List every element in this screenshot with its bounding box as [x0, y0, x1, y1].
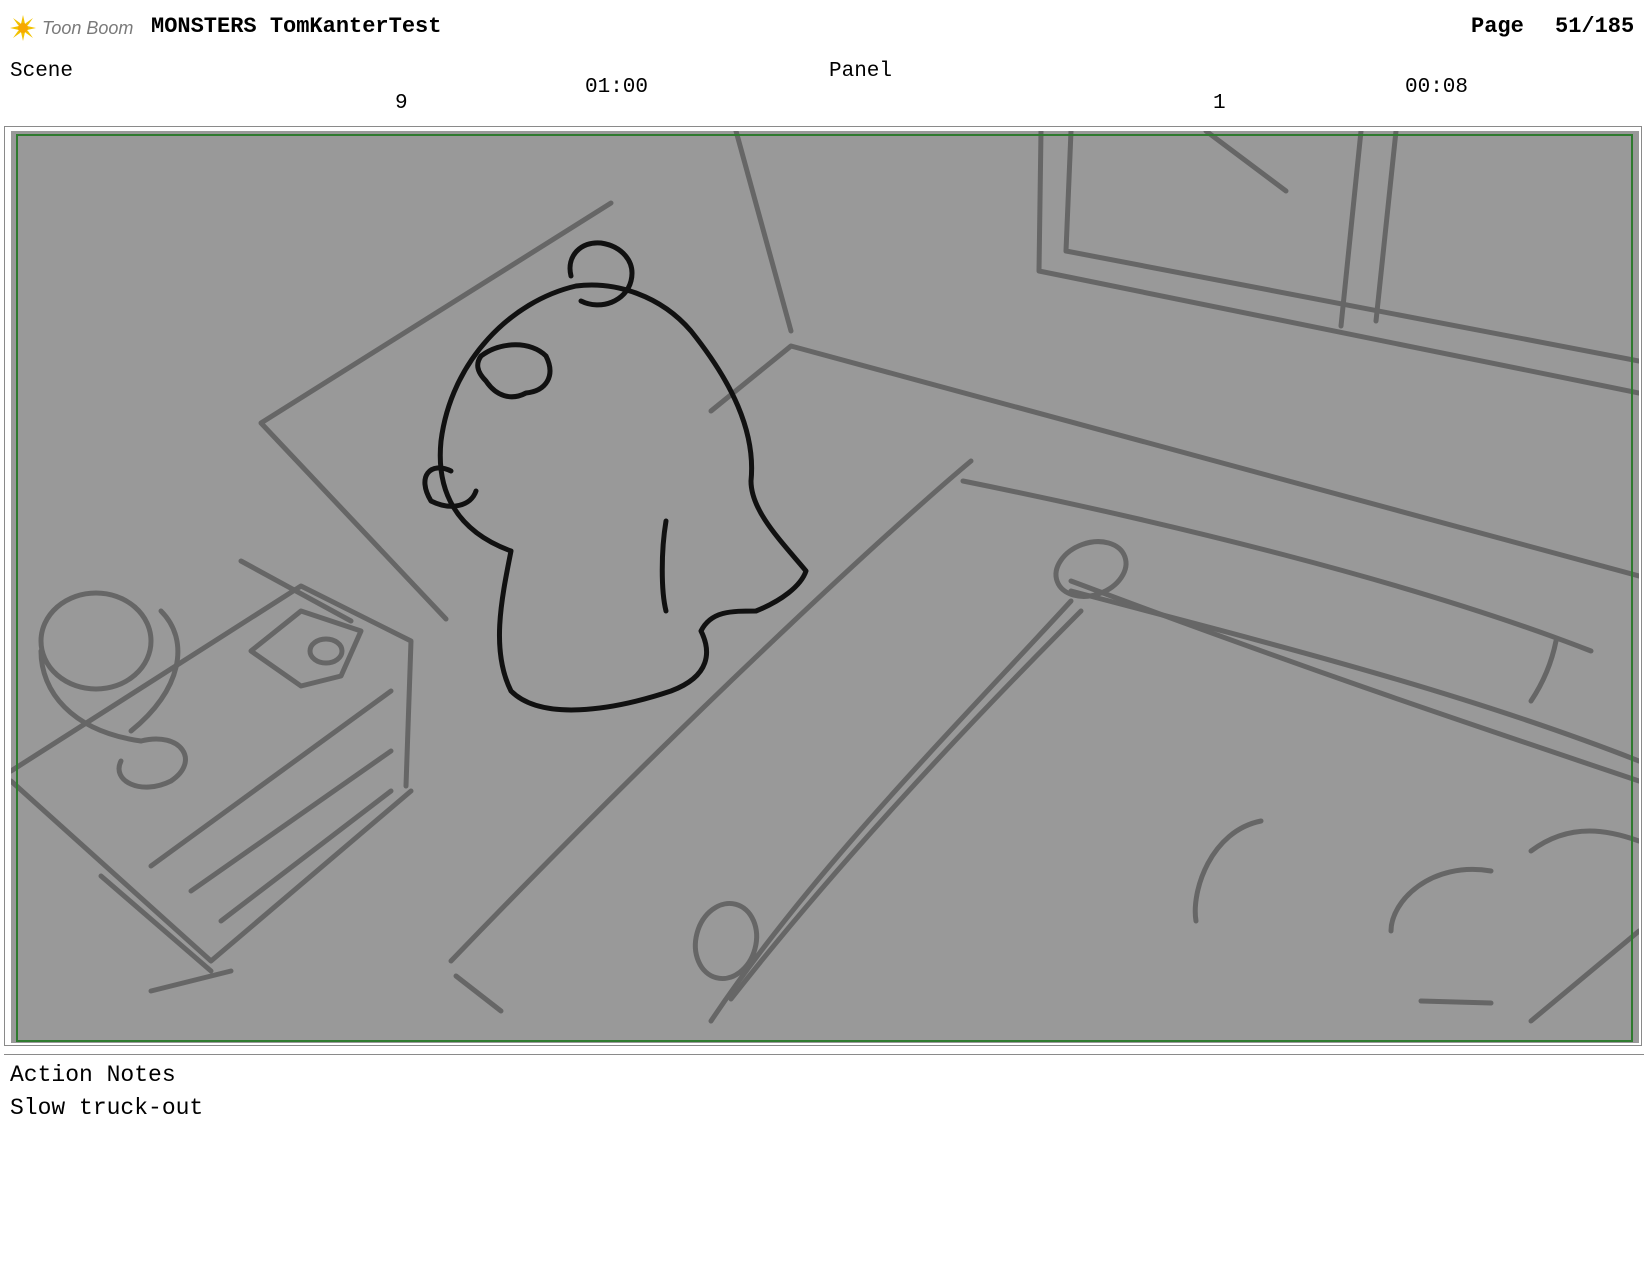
storyboard-drawing — [11, 131, 1639, 1043]
scene-duration: 01:00 — [585, 76, 649, 99]
panel-duration: 00:08 — [1405, 76, 1469, 99]
page-number: 51/185 — [1555, 14, 1635, 39]
scene-label: Scene — [10, 60, 74, 83]
logo-wordmark: Toon Boom — [42, 17, 134, 38]
notes-divider — [4, 1054, 1644, 1055]
page-label: Page — [1471, 14, 1524, 39]
sketch-artwork — [11, 131, 1639, 1024]
document-title: MONSTERS TomKanterTest — [151, 14, 442, 39]
action-notes-text: Slow truck-out — [10, 1095, 204, 1121]
action-notes-label: Action Notes — [10, 1062, 176, 1088]
scene-number: 9 — [395, 92, 408, 115]
panel-label: Panel — [829, 60, 893, 83]
sun-burst-icon — [10, 15, 36, 41]
panel-number: 1 — [1213, 92, 1226, 115]
toon-boom-logo: Toon Boom — [6, 10, 138, 46]
